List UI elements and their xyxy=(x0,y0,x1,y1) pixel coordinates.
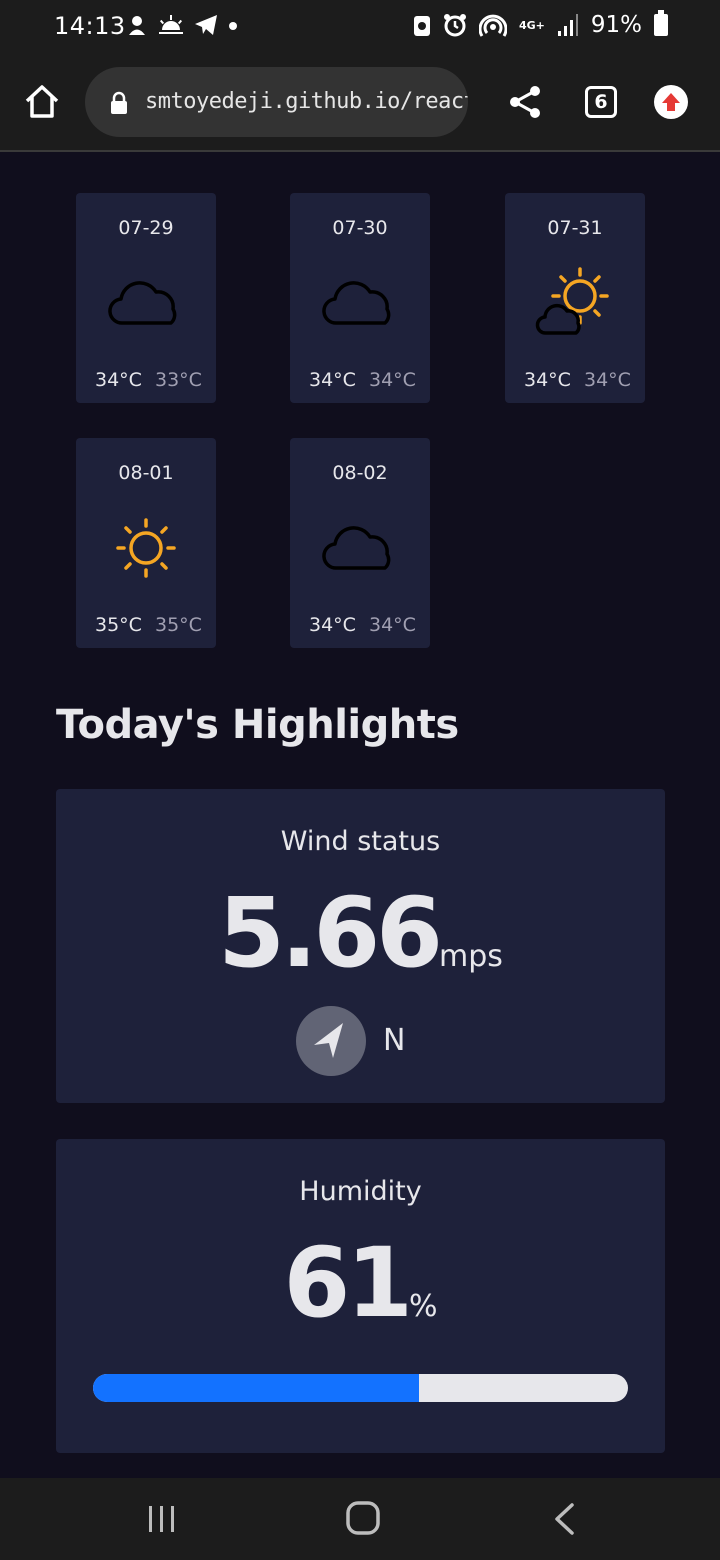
wind-speed-value: 5.66 xyxy=(218,877,443,989)
status-time: 14:13 xyxy=(54,12,126,40)
notification-dot-icon xyxy=(229,22,237,30)
forecast-date: 07-31 xyxy=(547,217,603,239)
temp-max: 34°C xyxy=(95,369,142,391)
home-icon[interactable] xyxy=(22,82,62,122)
humidity-card: Humidity 61% xyxy=(56,1139,665,1453)
highlights-title: Today's Highlights xyxy=(56,702,459,748)
cloud-icon xyxy=(108,281,177,325)
battery-icon xyxy=(654,10,668,36)
temp-min: 33°C xyxy=(155,369,202,391)
wind-speed-unit: mps xyxy=(438,939,503,974)
wind-label: Wind status xyxy=(280,826,441,857)
back-icon[interactable] xyxy=(552,1502,576,1536)
forecast-date: 08-02 xyxy=(332,462,388,484)
arrow-up-icon xyxy=(662,93,680,111)
humidity-value-row: 61% xyxy=(56,1227,665,1339)
forecast-date: 07-30 xyxy=(332,217,388,239)
humidity-label: Humidity xyxy=(299,1176,422,1207)
forecast-card: 08-02 34°C 34°C xyxy=(290,438,430,648)
url-text: smtoyedeji.github.io/react-wea xyxy=(145,89,468,114)
share-icon[interactable] xyxy=(508,84,542,120)
temp-max: 35°C xyxy=(95,614,142,636)
signal-icon xyxy=(557,14,578,36)
cloud-icon xyxy=(322,281,391,325)
forecast-card: 07-30 34°C 34°C xyxy=(290,193,430,403)
temp-min: 35°C xyxy=(155,614,202,636)
lock-icon xyxy=(111,91,127,114)
temp-min: 34°C xyxy=(369,614,416,636)
sun-behind-cloud-icon xyxy=(535,267,609,335)
system-navigation-bar xyxy=(0,1478,720,1560)
temp-max: 34°C xyxy=(309,614,356,636)
nav-home-icon[interactable] xyxy=(346,1501,380,1535)
humidity-progress-bar xyxy=(93,1374,628,1402)
notification-icons xyxy=(126,14,238,36)
wind-value-row: 5.66mps xyxy=(56,877,665,989)
sun-icon xyxy=(116,518,176,578)
address-bar[interactable]: smtoyedeji.github.io/react-wea xyxy=(85,67,468,137)
weather-sunrise-icon xyxy=(159,15,183,34)
forecast-date: 07-29 xyxy=(118,217,174,239)
alarm-icon xyxy=(443,14,466,37)
temp-min: 34°C xyxy=(584,369,631,391)
wind-direction: N xyxy=(383,1023,406,1058)
battery-level: 91% xyxy=(590,12,642,38)
humidity-unit: % xyxy=(409,1289,438,1324)
hotspot-icon xyxy=(478,14,507,37)
navigation-arrow-icon xyxy=(314,1023,343,1058)
forecast-date: 08-01 xyxy=(118,462,174,484)
recent-apps-icon[interactable] xyxy=(146,1504,178,1534)
humidity-value: 61 xyxy=(283,1227,413,1339)
forecast-card: 07-29 34°C 33°C xyxy=(76,193,216,403)
notification-app-icon xyxy=(129,16,145,35)
wind-direction-compass xyxy=(296,1006,366,1076)
status-right-icons: 4G+ 91% xyxy=(413,10,668,38)
browser-toolbar: smtoyedeji.github.io/react-wea 6 xyxy=(0,54,720,152)
tab-switcher-button[interactable]: 6 xyxy=(585,86,617,118)
update-button[interactable] xyxy=(654,85,688,119)
status-bar: 14:13 4G+ 91% xyxy=(0,0,720,54)
temp-max: 34°C xyxy=(309,369,356,391)
data-saver-icon xyxy=(413,16,430,36)
humidity-progress-fill xyxy=(93,1374,420,1402)
temp-max: 34°C xyxy=(524,369,571,391)
temp-min: 34°C xyxy=(369,369,416,391)
forecast-card: 08-01 35°C 35°C xyxy=(76,438,216,648)
telegram-icon xyxy=(195,15,217,35)
cloud-icon xyxy=(322,526,391,570)
wind-status-card: Wind status 5.66mps N xyxy=(56,789,665,1103)
forecast-card: 07-31 34°C 34°C xyxy=(505,193,645,403)
network-type: 4G+ xyxy=(518,18,545,32)
